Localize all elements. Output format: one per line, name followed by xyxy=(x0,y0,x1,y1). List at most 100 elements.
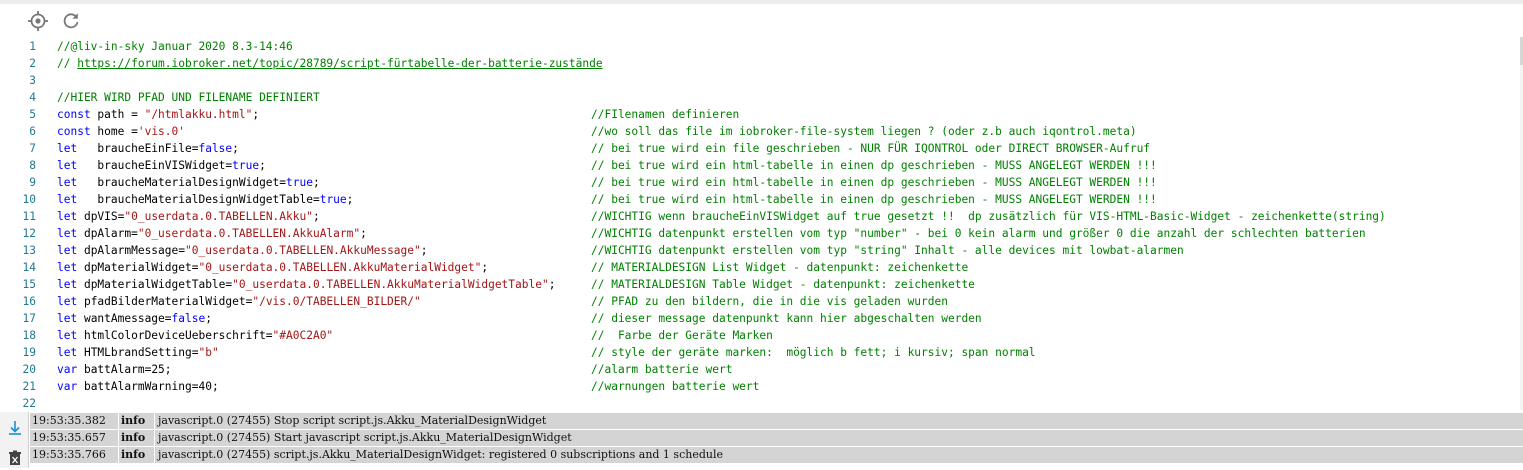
code-token: home = xyxy=(90,125,138,138)
code-token: let xyxy=(57,295,78,308)
code-token: wantAmessage= xyxy=(77,312,172,325)
code-line[interactable]: 10 let braucheMaterialDesignWidgetTable=t… xyxy=(0,191,1520,208)
code-comment: // MATERIALDESIGN Table Widget - datenpu… xyxy=(591,278,975,291)
code-token: false xyxy=(171,312,206,325)
clear-log-icon[interactable] xyxy=(7,450,23,466)
log-column-divider xyxy=(118,430,119,446)
code-line[interactable]: 6 const home ='vis.0' //wo soll das file i… xyxy=(0,123,1520,140)
code-text: //@liv-in-sky Januar 2020 8.3-14:46 xyxy=(57,38,293,55)
code-token: true xyxy=(232,159,260,172)
code-comment: // bei true wird ein html-tabelle in ein… xyxy=(591,159,1157,172)
code-text: var battAlarm=25; xyxy=(57,361,172,378)
log-column-divider xyxy=(154,447,155,463)
line-number: 17 xyxy=(22,312,36,325)
code-token: true xyxy=(286,176,313,189)
code-line[interactable]: 17 let wantAmessage=false; // dieser messa… xyxy=(0,310,1520,327)
code-text: let dpMaterialWidgetTable="0_userdata.0.… xyxy=(57,276,555,293)
code-text: var battAlarmWarning=40; xyxy=(57,378,219,395)
code-line[interactable]: 9 let braucheMaterialDesignWidget=true; //… xyxy=(0,174,1520,191)
code-token: dpMaterialWidgetTable= xyxy=(77,278,233,291)
scroll-down-icon[interactable] xyxy=(7,420,23,436)
code-line[interactable]: 21 var battAlarmWarning=40; //warnungen ba… xyxy=(0,378,1520,395)
code-token: let xyxy=(57,346,78,359)
code-token: // xyxy=(57,57,78,70)
code-line[interactable]: 12 let dpAlarm="0_userdata.0.TABELLEN.Akk… xyxy=(0,225,1520,242)
code-token: const xyxy=(57,108,91,121)
code-line[interactable]: 15 let dpMaterialWidgetTable="0_userdata.… xyxy=(0,276,1520,293)
code-token: let xyxy=(57,278,78,291)
code-line[interactable]: 11 let dpVIS="0_userdata.0.TABELLEN.Akku"… xyxy=(0,208,1520,225)
code-token: let xyxy=(57,142,78,155)
code-line[interactable]: 20 var battAlarm=25; //alarm batterie wert xyxy=(0,361,1520,378)
line-number: 16 xyxy=(22,295,36,308)
log-column-divider xyxy=(118,447,119,463)
code-line[interactable]: 2 // https://forum.iobroker.net/topic/287… xyxy=(0,55,1520,72)
code-line[interactable]: 13 let dpAlarmMessage="0_userdata.0.TABEL… xyxy=(0,242,1520,259)
code-line[interactable]: 19 let HTMLbrandSetting="b" // style der g… xyxy=(0,344,1520,361)
code-token: ; xyxy=(164,363,172,376)
line-number: 21 xyxy=(22,380,36,393)
code-comment: //WICHTIG wenn braucheEinVISWidget auf t… xyxy=(591,210,1386,223)
code-line[interactable]: 18 let htmlColorDeviceUeberschrift="#A0C2… xyxy=(0,327,1520,344)
code-text: const home ='vis.0' xyxy=(57,123,185,140)
code-line[interactable]: 7 let braucheEinFile=false; // bei true wi… xyxy=(0,140,1520,157)
line-number: 20 xyxy=(22,363,36,376)
code-comment: // bei true wird ein file geschrieben - … xyxy=(591,142,1151,155)
code-token: //HIER WIRD PFAD UND FILENAME DEFINIERT xyxy=(57,91,320,104)
code-text: const path = "/htmlakku.html"; xyxy=(57,106,259,123)
code-token: true xyxy=(319,193,347,206)
code-token: let xyxy=(57,261,78,274)
code-editor[interactable]: 1 //@liv-in-sky Januar 2020 8.3-14:46 2 // … xyxy=(0,37,1523,410)
code-line[interactable]: 14 let dpMaterialWidget="0_userdata.0.TAB… xyxy=(0,259,1520,276)
log-row: 19:53:35.657 info javascript.0 (27455) Sta… xyxy=(30,430,1523,446)
line-number: 5 xyxy=(29,108,36,121)
code-line[interactable]: 5 const path = "/htmlakku.html"; //FIlenam… xyxy=(0,106,1520,123)
code-line[interactable]: 3 xyxy=(0,72,1520,89)
line-number: 10 xyxy=(22,193,36,206)
code-comment: //FIlenamen definieren xyxy=(591,108,740,121)
log-message: javascript.0 (27455) script.js.Akku_Mate… xyxy=(158,448,723,461)
line-number: 19 xyxy=(22,346,36,359)
code-line[interactable]: 8 let braucheEinVISWidget=true; // bei tru… xyxy=(0,157,1520,174)
code-token: dpAlarm= xyxy=(77,227,138,240)
line-number: 12 xyxy=(22,227,36,240)
code-link[interactable]: https://forum.iobroker.net/topic/28789/s… xyxy=(77,57,602,70)
log-message: javascript.0 (27455) Start javascript sc… xyxy=(158,431,572,444)
code-comment: // dieser message datenpunkt kann hier a… xyxy=(591,312,982,325)
line-number: 1 xyxy=(29,40,36,53)
log-column-divider xyxy=(118,413,119,429)
line-number: 3 xyxy=(29,74,36,87)
code-line[interactable]: 4 //HIER WIRD PFAD UND FILENAME DEFINIERT xyxy=(0,89,1520,106)
code-token: let xyxy=(57,193,78,206)
log-timestamp: 19:53:35.382 xyxy=(32,414,106,427)
code-token: ; xyxy=(481,261,489,274)
code-token: braucheEinFile= xyxy=(77,142,199,155)
log-sidebar xyxy=(0,412,29,468)
log-row: 19:53:35.382 info javascript.0 (27455) Sto… xyxy=(30,413,1523,429)
code-token: let xyxy=(57,227,78,240)
code-line[interactable]: 1 //@liv-in-sky Januar 2020 8.3-14:46 xyxy=(0,38,1520,55)
code-token: var xyxy=(57,380,78,393)
code-line[interactable]: 16 let pfadBilderMaterialWidget="/vis.0/T… xyxy=(0,293,1520,310)
code-token: ; xyxy=(346,193,354,206)
code-text: let pfadBilderMaterialWidget="/vis.0/TAB… xyxy=(57,293,421,310)
line-number: 11 xyxy=(22,210,36,223)
crosshair-icon[interactable] xyxy=(27,10,49,32)
code-token: const xyxy=(57,125,91,138)
log-severity: info xyxy=(121,414,146,427)
code-comment: // style der geräte marken: möglich b fe… xyxy=(591,346,1036,359)
line-number: 13 xyxy=(22,244,36,257)
code-text: let wantAmessage=false; xyxy=(57,310,212,327)
code-token: dpAlarmMessage= xyxy=(77,244,185,257)
code-comment: //WICHTIG datenpunkt erstellen vom typ "… xyxy=(591,227,1366,240)
line-number: 7 xyxy=(29,142,36,155)
code-token: "b" xyxy=(198,346,219,359)
code-token: "0_userdata.0.TABELLEN.AkkuAlarm" xyxy=(137,227,361,240)
code-line[interactable]: 22 xyxy=(0,395,1520,412)
code-comment: //WICHTIG datenpunkt erstellen vom typ "… xyxy=(591,244,1184,257)
refresh-icon[interactable] xyxy=(60,10,82,32)
line-number: 18 xyxy=(22,329,36,342)
code-comment: //warnungen batterie wert xyxy=(591,380,760,393)
code-token: let xyxy=(57,329,78,342)
code-text: let dpMaterialWidget="0_userdata.0.TABEL… xyxy=(57,259,488,276)
